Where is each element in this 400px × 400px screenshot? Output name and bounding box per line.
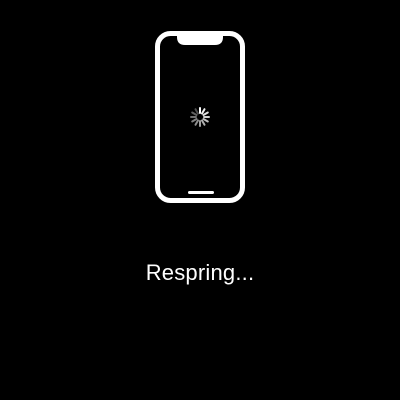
spinner-spoke <box>201 119 206 126</box>
spinner-spoke <box>202 111 209 116</box>
iphone-outline-icon <box>155 31 245 203</box>
home-indicator <box>188 191 214 194</box>
spinner-spoke <box>201 108 206 115</box>
respring-status-label: Respring... <box>145 260 255 285</box>
phone-body <box>155 31 245 203</box>
activity-spinner-icon <box>190 107 210 127</box>
phone-notch <box>177 35 223 45</box>
spinner-spoke <box>191 118 198 123</box>
spinner-spoke <box>194 108 199 115</box>
spinner-spoke <box>191 111 198 116</box>
spinner-spoke <box>194 119 199 126</box>
spinner-spoke <box>202 118 209 123</box>
respring-screen: Respring... <box>0 0 400 400</box>
